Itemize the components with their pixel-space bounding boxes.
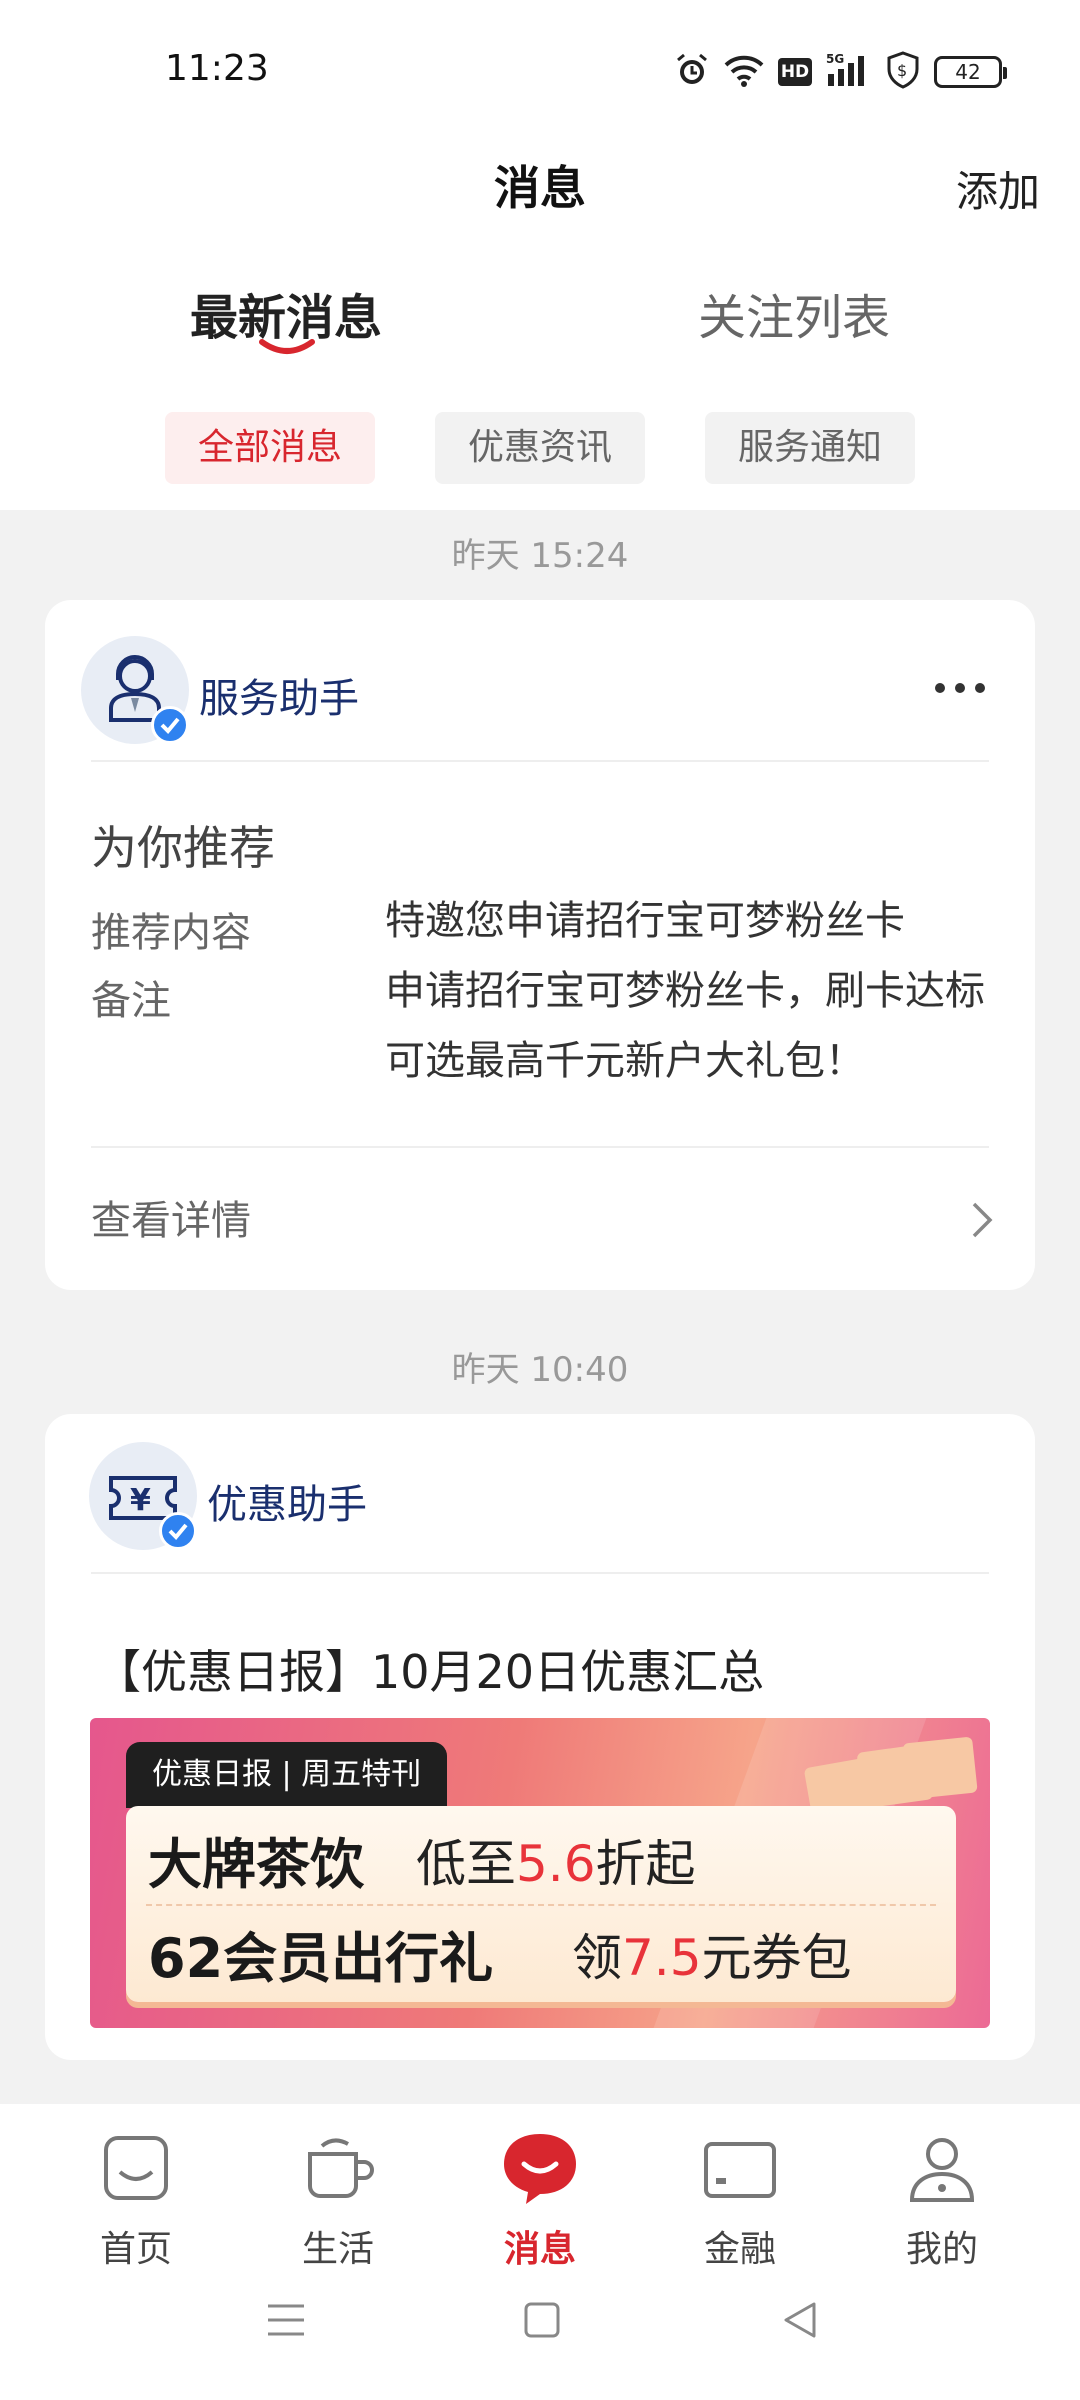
- wifi-icon: [724, 53, 764, 91]
- banner-line2-post: 元券包: [701, 1929, 852, 1987]
- filter-service-notices[interactable]: 服务通知: [705, 412, 915, 484]
- nav-label: 消息: [503, 2229, 576, 2270]
- card-icon: [704, 2142, 776, 2198]
- message-title: 【优惠日报】10月20日优惠汇总: [95, 1645, 765, 1699]
- status-bar: 11:23 HD 5G $ 42: [0, 0, 1080, 120]
- nav-finance[interactable]: 金融: [670, 2128, 810, 2272]
- row-value-content: 特邀您申请招行宝可梦粉丝卡: [385, 898, 905, 944]
- row-label-note: 备注: [91, 978, 171, 1024]
- more-options-icon[interactable]: [925, 678, 985, 697]
- bottom-nav: 首页 生活 消息 金融 我的: [0, 2104, 1080, 2400]
- nav-profile[interactable]: 我的: [872, 2128, 1012, 2272]
- filter-all-messages[interactable]: 全部消息: [165, 412, 375, 484]
- page-title: 消息: [494, 161, 586, 215]
- shield-icon: $: [886, 51, 920, 93]
- nav-messages[interactable]: 消息: [470, 2128, 610, 2272]
- menu-icon[interactable]: [264, 2300, 308, 2340]
- tab-follow-list[interactable]: 关注列表: [698, 278, 890, 348]
- home-icon: [104, 2136, 168, 2200]
- signal-icon: 5G: [826, 52, 872, 92]
- banner-line2: 领7.5元券包: [572, 1918, 852, 1990]
- banner-panel: 大牌茶饮 低至5.6折起 62会员出行礼 领7.5元券包: [126, 1806, 956, 2002]
- svg-text:$: $: [897, 61, 907, 80]
- message-icon: [504, 2134, 576, 2204]
- tab-active-indicator: [259, 339, 315, 354]
- service-assistant-avatar: [81, 636, 189, 744]
- banner-line1-pre: 低至: [416, 1835, 516, 1893]
- alarm-icon: [674, 52, 710, 92]
- message-card-service[interactable]: 服务助手 为你推荐 推荐内容 特邀您申请招行宝可梦粉丝卡 备注 申请招行宝可梦粉…: [45, 600, 1035, 1290]
- svg-text:¥: ¥: [130, 1483, 151, 1518]
- nav-home[interactable]: 首页: [66, 2128, 206, 2272]
- chevron-right-icon: [972, 1202, 993, 1238]
- status-icons: HD 5G $ 42: [674, 50, 1007, 94]
- nav-life[interactable]: 生活: [268, 2128, 408, 2272]
- message-card-promo[interactable]: ¥ 优惠助手 【优惠日报】10月20日优惠汇总 优惠日报 | 周五特刊 大牌茶饮…: [45, 1414, 1035, 2060]
- view-details-link[interactable]: 查看详情: [91, 1188, 251, 1246]
- promo-assistant-avatar: ¥: [89, 1442, 197, 1550]
- hd-icon: HD: [778, 58, 812, 86]
- row-label-content: 推荐内容: [91, 910, 251, 956]
- status-time: 11:23: [165, 48, 269, 89]
- add-button[interactable]: 添加: [956, 158, 1040, 219]
- banner-line1-num: 5.6: [516, 1835, 596, 1893]
- verified-badge-icon: [159, 1512, 197, 1550]
- nav-label: 金融: [703, 2229, 776, 2270]
- nav-label: 首页: [99, 2229, 172, 2270]
- banner-line1-post: 折起: [595, 1835, 696, 1893]
- divider: [91, 760, 989, 762]
- message-timestamp: 昨天 10:40: [451, 1350, 629, 1390]
- nav-label: 生活: [301, 2229, 374, 2270]
- ticket-decoration: [902, 1736, 978, 1800]
- message-timestamp: 昨天 15:24: [451, 536, 629, 576]
- row-value-note: 申请招行宝可梦粉丝卡，刷卡达标可选最高千元新户大礼包！: [385, 968, 985, 1084]
- back-icon[interactable]: [780, 2300, 820, 2340]
- banner-line1-bold: 大牌茶饮: [148, 1833, 364, 1896]
- banner-line2-num: 7.5: [622, 1929, 702, 1987]
- verified-badge-icon: [151, 706, 189, 744]
- nav-label: 我的: [905, 2229, 978, 2270]
- banner-line1: 低至5.6折起: [416, 1824, 696, 1896]
- promo-banner[interactable]: 优惠日报 | 周五特刊 大牌茶饮 低至5.6折起 62会员出行礼 领7.5元券包: [90, 1718, 990, 2028]
- banner-tag: 优惠日报 | 周五特刊: [126, 1742, 448, 1808]
- home-square-icon[interactable]: [522, 2300, 562, 2340]
- profile-icon: [909, 2138, 975, 2202]
- battery-icon: 42: [934, 56, 1007, 88]
- banner-dash-divider: [146, 1904, 936, 1906]
- filter-promotions[interactable]: 优惠资讯: [435, 412, 645, 484]
- network-label: 5G: [826, 52, 844, 66]
- message-title: 为你推荐: [91, 821, 275, 875]
- cup-icon: [308, 2138, 374, 2198]
- banner-line2-pre: 领: [572, 1929, 622, 1987]
- banner-line2-bold: 62会员出行礼: [148, 1927, 494, 1990]
- divider: [91, 1146, 989, 1148]
- sender-name[interactable]: 服务助手: [199, 666, 359, 724]
- sender-name[interactable]: 优惠助手: [207, 1472, 367, 1530]
- divider: [91, 1572, 989, 1574]
